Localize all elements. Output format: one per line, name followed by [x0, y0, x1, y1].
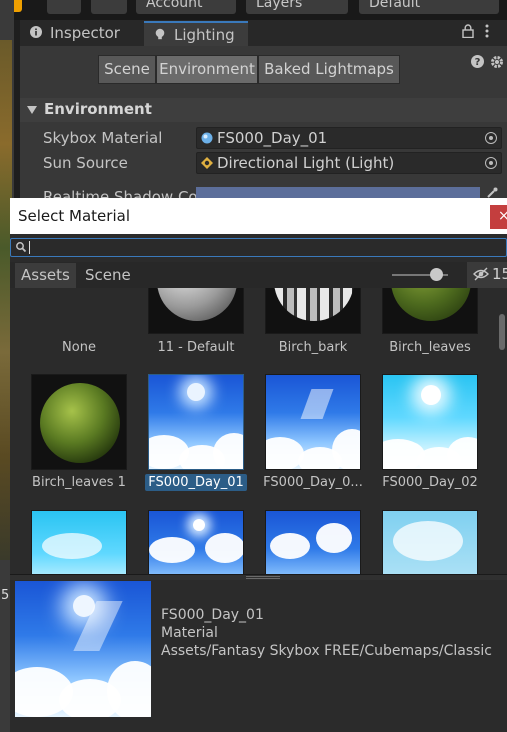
grid-item-label: FS000_Day_0...	[263, 475, 363, 490]
grid-item-label: 11 - Default	[157, 340, 235, 355]
material-preview	[382, 288, 478, 334]
lock-icon[interactable]	[462, 24, 474, 38]
dialog-title-bar[interactable]: Select Material ×	[10, 198, 507, 234]
object-picker-icon[interactable]	[485, 132, 497, 144]
splitter-grip[interactable]	[246, 576, 280, 579]
more-vertical-icon[interactable]	[484, 24, 490, 38]
selected-type: Material	[161, 625, 218, 641]
grid-scrollbar[interactable]	[497, 288, 507, 574]
layout-dropdown[interactable]: Default	[359, 0, 499, 14]
grid-scrollbar-thumb[interactable]	[499, 314, 505, 350]
tab-lighting[interactable]: Lighting	[144, 21, 248, 46]
eye-slash-icon	[473, 267, 489, 281]
material-preview	[31, 510, 127, 574]
environment-section-header[interactable]: Environment	[20, 98, 507, 122]
light-bulb-icon	[155, 28, 165, 40]
cloud-button[interactable]	[91, 0, 127, 14]
close-button[interactable]: ×	[490, 205, 507, 229]
tab-inspector[interactable]: Inspector	[20, 21, 144, 46]
editor-toolbar: Account Layers Default	[0, 0, 507, 20]
material-preview	[31, 374, 127, 470]
material-sphere-icon	[201, 132, 213, 144]
collab-button[interactable]	[47, 0, 81, 14]
material-preview	[265, 288, 361, 334]
material-preview	[382, 374, 478, 470]
material-preview	[265, 374, 361, 470]
sun-source-value: Directional Light (Light)	[217, 154, 395, 172]
foldout-arrow-icon[interactable]	[27, 106, 37, 114]
sun-source-field[interactable]: Directional Light (Light)	[196, 152, 502, 174]
skybox-material-value: FS000_Day_01	[217, 129, 328, 147]
material-preview	[148, 288, 244, 334]
account-dropdown[interactable]: Account	[136, 0, 236, 14]
tab-scene[interactable]: Scene	[79, 263, 137, 288]
skybox-material-field[interactable]: FS000_Day_01	[196, 127, 502, 149]
sun-source-label: Sun Source	[43, 154, 128, 172]
thumbnail-size-slider-handle[interactable]	[430, 268, 444, 281]
gear-icon[interactable]	[490, 55, 504, 69]
grid-item-label: Birch_leaves 1	[32, 475, 126, 490]
selected-name: FS000_Day_01	[161, 607, 264, 623]
scene-view-number: 5	[1, 588, 10, 603]
hidden-packages-toggle[interactable]: 15	[467, 262, 507, 288]
grid-item-label: Birch_leaves	[389, 340, 471, 355]
search-field[interactable]	[10, 238, 507, 257]
object-picker-icon[interactable]	[485, 157, 497, 169]
select-material-dialog: Select Material × Assets Scene 15 None 1…	[10, 198, 507, 732]
mode-scene-button[interactable]: Scene	[98, 55, 156, 84]
selected-path: Assets/Fantasy Skybox FREE/Cubemaps/Clas…	[161, 643, 493, 659]
svg-text:?: ?	[475, 57, 481, 68]
window-tab-bar: Inspector Lighting	[20, 20, 507, 46]
material-preview	[382, 510, 478, 574]
tab-inspector-label: Inspector	[50, 24, 120, 42]
material-preview	[148, 374, 244, 470]
help-icon[interactable]: ?	[471, 55, 484, 68]
info-icon	[30, 26, 42, 38]
mode-environment-button[interactable]: Environment	[156, 55, 258, 84]
tab-lighting-label: Lighting	[174, 26, 235, 44]
grid-item-label: Birch_bark	[278, 340, 348, 355]
material-grid: None 11 - Default Birch_bark Birch_leave…	[10, 288, 497, 574]
selected-material-preview	[15, 581, 151, 717]
skybox-material-label: Skybox Material	[43, 129, 163, 147]
grid-item-label: None	[62, 340, 96, 355]
grid-item-label-selected: FS000_Day_01	[143, 474, 249, 491]
section-title: Environment	[44, 100, 152, 118]
material-preview	[148, 510, 244, 574]
hidden-count-value: 15	[492, 265, 507, 283]
search-icon	[16, 242, 27, 253]
material-preview	[265, 510, 361, 574]
tab-assets[interactable]: Assets	[15, 263, 76, 288]
selected-label-text: FS000_Day_01	[145, 474, 247, 491]
grid-item-label: FS000_Day_02	[382, 475, 478, 490]
layers-dropdown[interactable]: Layers	[246, 0, 348, 14]
mode-baked-lightmaps-button[interactable]: Baked Lightmaps	[258, 55, 400, 84]
dialog-title: Select Material	[18, 207, 130, 225]
directional-light-icon	[201, 157, 213, 169]
text-caret	[29, 241, 30, 254]
source-tab-bar: Assets Scene 15	[10, 262, 507, 288]
